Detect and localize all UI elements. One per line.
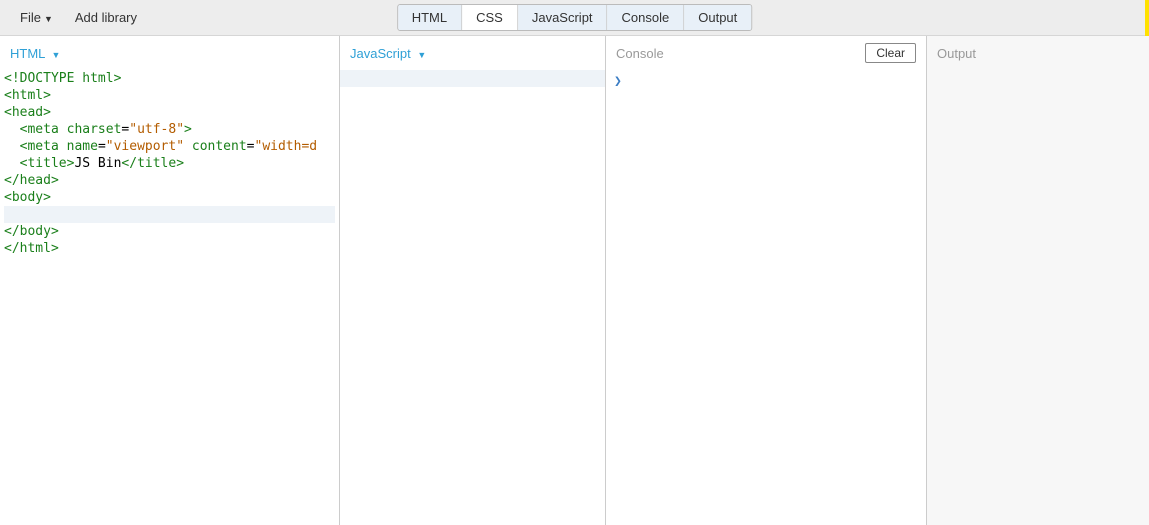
code-token: >	[184, 122, 192, 137]
tab-html[interactable]: HTML	[398, 5, 462, 30]
javascript-editor[interactable]	[340, 70, 605, 525]
file-menu[interactable]: File▼	[10, 4, 63, 31]
output-frame	[927, 70, 1149, 525]
code-token: </body>	[4, 224, 59, 239]
panel-javascript-title: JavaScript ▼	[350, 46, 426, 61]
code-token: charset	[59, 122, 122, 137]
panel-console: Console Clear ❯	[606, 36, 927, 525]
cursor-line	[4, 206, 335, 223]
clear-button[interactable]: Clear	[865, 43, 916, 63]
tab-console[interactable]: Console	[608, 5, 685, 30]
code-token: name	[59, 139, 98, 154]
code-token: <body>	[4, 190, 51, 205]
panel-output: Output	[927, 36, 1149, 525]
panel-javascript-header[interactable]: JavaScript ▼	[340, 36, 605, 70]
code-token: </title>	[121, 156, 184, 171]
code-token: <head>	[4, 105, 51, 120]
panel-tabs: HTML CSS JavaScript Console Output	[397, 4, 753, 31]
panel-output-title: Output	[937, 46, 976, 61]
toolbar-left: File▼ Add library	[10, 4, 147, 31]
code-token: </html>	[4, 241, 59, 256]
code-token: <meta	[20, 139, 59, 154]
panel-output-header: Output	[927, 36, 1149, 70]
add-library-label: Add library	[75, 10, 137, 25]
code-token: "viewport"	[106, 139, 184, 154]
code-token: <meta	[20, 122, 59, 137]
code-token: </head>	[4, 173, 59, 188]
console-body[interactable]: ❯	[606, 70, 926, 525]
cursor-line	[340, 70, 605, 87]
tab-javascript[interactable]: JavaScript	[518, 5, 608, 30]
panels: HTML ▼ <!DOCTYPE html> <html> <head> <me…	[0, 36, 1149, 525]
chevron-down-icon: ▼	[417, 50, 426, 60]
code-token: JS Bin	[74, 156, 121, 171]
chevron-down-icon: ▼	[52, 50, 61, 60]
tab-output[interactable]: Output	[684, 5, 751, 30]
html-code: <!DOCTYPE html> <html> <head> <meta char…	[0, 70, 339, 257]
panel-console-header: Console Clear	[606, 36, 926, 70]
tab-css[interactable]: CSS	[462, 5, 518, 30]
right-edge-highlight	[1145, 0, 1149, 36]
panel-html-header[interactable]: HTML ▼	[0, 36, 339, 70]
chevron-down-icon: ▼	[44, 14, 53, 24]
code-token: <!DOCTYPE html>	[4, 71, 121, 86]
panel-html-title: HTML ▼	[10, 46, 60, 61]
console-prompt-icon: ❯	[606, 70, 926, 93]
html-editor[interactable]: <!DOCTYPE html> <html> <head> <meta char…	[0, 70, 339, 525]
panel-console-title: Console	[616, 46, 664, 61]
code-token: <html>	[4, 88, 51, 103]
file-menu-label: File	[20, 10, 41, 25]
panel-javascript: JavaScript ▼	[340, 36, 606, 525]
toolbar: File▼ Add library HTML CSS JavaScript Co…	[0, 0, 1149, 36]
panel-html: HTML ▼ <!DOCTYPE html> <html> <head> <me…	[0, 36, 340, 525]
code-token: <title>	[20, 156, 75, 171]
add-library-button[interactable]: Add library	[65, 4, 147, 31]
code-token: "width=d	[255, 139, 318, 154]
code-token: "utf-8"	[129, 122, 184, 137]
code-token: content	[184, 139, 247, 154]
